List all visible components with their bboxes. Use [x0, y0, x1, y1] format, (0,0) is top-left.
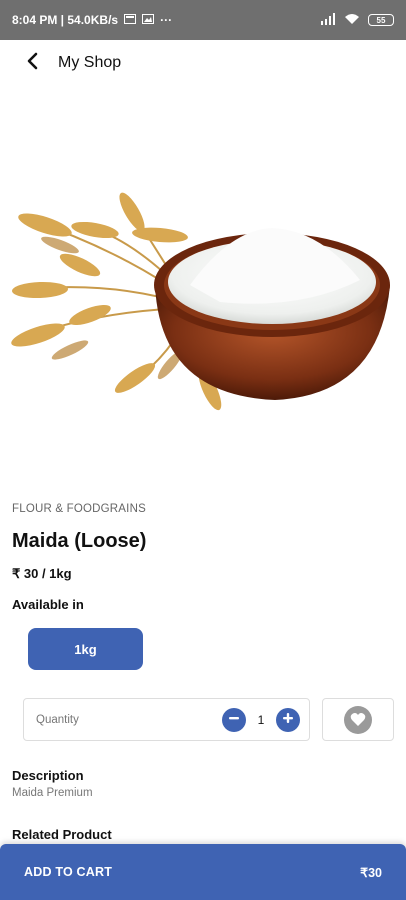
- increase-quantity-button[interactable]: [276, 707, 300, 732]
- quantity-label: Quantity: [36, 713, 79, 726]
- status-bar: 8:04 PM | 54.0KB/s ··· 55: [0, 0, 406, 40]
- battery-icon: 55: [368, 14, 394, 26]
- available-in-label: Available in: [12, 597, 84, 612]
- plus-icon: [282, 711, 294, 729]
- status-left: 8:04 PM | 54.0KB/s ···: [12, 13, 172, 27]
- cart-total: ₹30: [360, 865, 382, 880]
- page-title: My Shop: [58, 54, 122, 71]
- app-bar: My Shop: [0, 40, 406, 86]
- decrease-quantity-button[interactable]: [222, 707, 246, 732]
- quantity-stepper: Quantity 1: [23, 698, 310, 741]
- product-image: [0, 190, 406, 420]
- add-to-cart-label: ADD TO CART: [24, 865, 113, 879]
- add-to-cart-button[interactable]: ADD TO CART ₹30: [0, 844, 406, 900]
- signal-icon: [320, 12, 336, 28]
- minus-icon: [228, 711, 240, 729]
- status-time: 8:04 PM | 54.0KB/s: [12, 13, 119, 27]
- quantity-value: 1: [257, 712, 265, 727]
- heart-icon: [344, 705, 372, 734]
- product-category: FLOUR & FOODGRAINS: [12, 503, 146, 515]
- chevron-left-icon: [26, 52, 38, 75]
- description-text: Maida Premium: [12, 787, 93, 799]
- wifi-icon: [344, 13, 360, 28]
- notification-icon: [124, 13, 137, 27]
- description-title: Description: [12, 768, 84, 783]
- gallery-icon: [142, 13, 155, 27]
- back-button[interactable]: [12, 43, 52, 83]
- related-product-title: Related Product: [12, 827, 112, 842]
- wishlist-button[interactable]: [322, 698, 394, 741]
- variant-option-1kg[interactable]: 1kg: [28, 628, 143, 670]
- status-right: 55: [320, 12, 394, 28]
- product-name: Maida (Loose): [12, 530, 147, 552]
- product-price: ₹ 30 / 1kg: [12, 566, 72, 581]
- more-notifications-icon: ···: [160, 13, 173, 27]
